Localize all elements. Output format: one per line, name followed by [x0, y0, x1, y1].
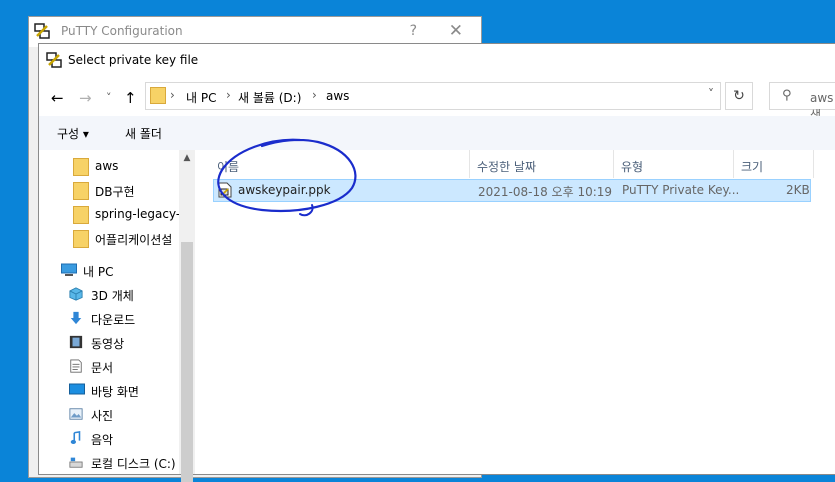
- nav-item-label: 음악: [91, 433, 114, 447]
- film-icon: [69, 335, 83, 349]
- nav-item-label: DB구현: [95, 185, 135, 199]
- music-note-icon: [70, 430, 81, 445]
- column-divider[interactable]: [813, 150, 814, 178]
- nav-item-label: 동영상: [91, 337, 125, 351]
- download-arrow-icon: [70, 311, 82, 325]
- nav-item-label: 내 PC: [83, 265, 114, 279]
- breadcrumb-separator: ›: [226, 88, 231, 102]
- scrollbar-thumb[interactable]: [181, 242, 193, 482]
- nav-item-label: spring-legacy-m: [95, 207, 192, 221]
- nav-item-label: 3D 개체: [91, 289, 134, 303]
- column-header-name[interactable]: 이름: [217, 158, 239, 175]
- breadcrumb-separator: ›: [170, 88, 175, 102]
- column-header-type[interactable]: 유형: [621, 158, 643, 175]
- address-dropdown-button[interactable]: ˅: [708, 87, 714, 101]
- breadcrumb-volume-d[interactable]: 새 볼륨 (D:): [238, 89, 301, 106]
- file-row-awskeypair[interactable]: awskeypair.ppk 2021-08-18 오후 10:19 PuTTY…: [213, 179, 811, 202]
- new-folder-button[interactable]: 새 폴더: [125, 125, 162, 142]
- column-divider[interactable]: [733, 150, 734, 178]
- breadcrumb-this-pc[interactable]: 내 PC: [186, 89, 216, 106]
- desktop-icon: [69, 383, 85, 395]
- up-button[interactable]: ↑: [124, 89, 137, 107]
- file-size: 2KB: [786, 183, 810, 197]
- select-private-key-dialog: Select private key file ← → ˅ ↑ › 내 PC ›…: [38, 43, 835, 482]
- computer-icon: [61, 263, 77, 276]
- file-modified: 2021-08-18 오후 10:19: [478, 185, 613, 199]
- search-icon: ⚲: [782, 88, 792, 103]
- help-button[interactable]: ?: [410, 23, 417, 39]
- pictures-icon: [69, 408, 83, 420]
- column-divider[interactable]: [469, 150, 470, 178]
- close-button[interactable]: ✕: [449, 21, 463, 41]
- forward-button[interactable]: →: [79, 89, 92, 107]
- organize-button[interactable]: 구성 ▾: [57, 125, 89, 142]
- dialog-title: Select private key file: [68, 53, 199, 67]
- navigation-scrollbar[interactable]: ▲: [179, 150, 195, 482]
- folder-icon: [73, 206, 89, 224]
- putty-icon: [34, 23, 50, 39]
- scroll-up-button[interactable]: ▲: [179, 150, 195, 166]
- nav-item-label: 문서: [91, 361, 114, 375]
- breadcrumb-aws[interactable]: aws: [326, 89, 349, 103]
- 3d-objects-icon: [69, 287, 83, 301]
- command-bar: 구성 ▾ 새 폴더: [39, 116, 835, 150]
- nav-item-label: 사진: [91, 409, 114, 423]
- recent-locations-button[interactable]: ˅: [106, 91, 112, 104]
- folder-icon: [150, 87, 166, 104]
- nav-item-label: 바탕 화면: [91, 385, 139, 399]
- nav-item-label: 로컬 디스크 (C:): [91, 457, 176, 471]
- navigation-pane: aws DB구현 spring-legacy-m 어플리케이션설 내 PC 3D…: [39, 150, 195, 474]
- folder-icon: [73, 158, 89, 176]
- document-icon: [70, 359, 82, 373]
- column-header-size[interactable]: 크기: [741, 158, 763, 175]
- nav-item-label: 다운로드: [91, 313, 136, 327]
- file-type: PuTTY Private Key...: [622, 183, 740, 197]
- disk-icon: [69, 457, 83, 468]
- breadcrumb-separator: ›: [312, 88, 317, 102]
- nav-item-label: aws: [95, 159, 119, 173]
- address-bar[interactable]: › 내 PC › 새 볼륨 (D:) › aws ˅: [145, 82, 721, 110]
- putty-config-title: PuTTY Configuration: [61, 24, 183, 38]
- file-name: awskeypair.ppk: [238, 183, 331, 197]
- folder-icon: [73, 182, 89, 200]
- refresh-button[interactable]: ↻: [725, 82, 753, 110]
- putty-icon: [46, 52, 62, 68]
- file-list: 이름 수정한 날짜 유형 크기 awskeypair.ppk 2021-08-1…: [195, 150, 835, 474]
- back-button[interactable]: ←: [51, 89, 64, 107]
- nav-item-label: 어플리케이션설: [95, 233, 173, 247]
- search-box[interactable]: ⚲ aws 검색: [769, 82, 835, 122]
- column-header-modified[interactable]: 수정한 날짜: [477, 158, 536, 175]
- key-file-icon: [218, 182, 232, 198]
- folder-icon: [73, 230, 89, 248]
- column-divider[interactable]: [613, 150, 614, 178]
